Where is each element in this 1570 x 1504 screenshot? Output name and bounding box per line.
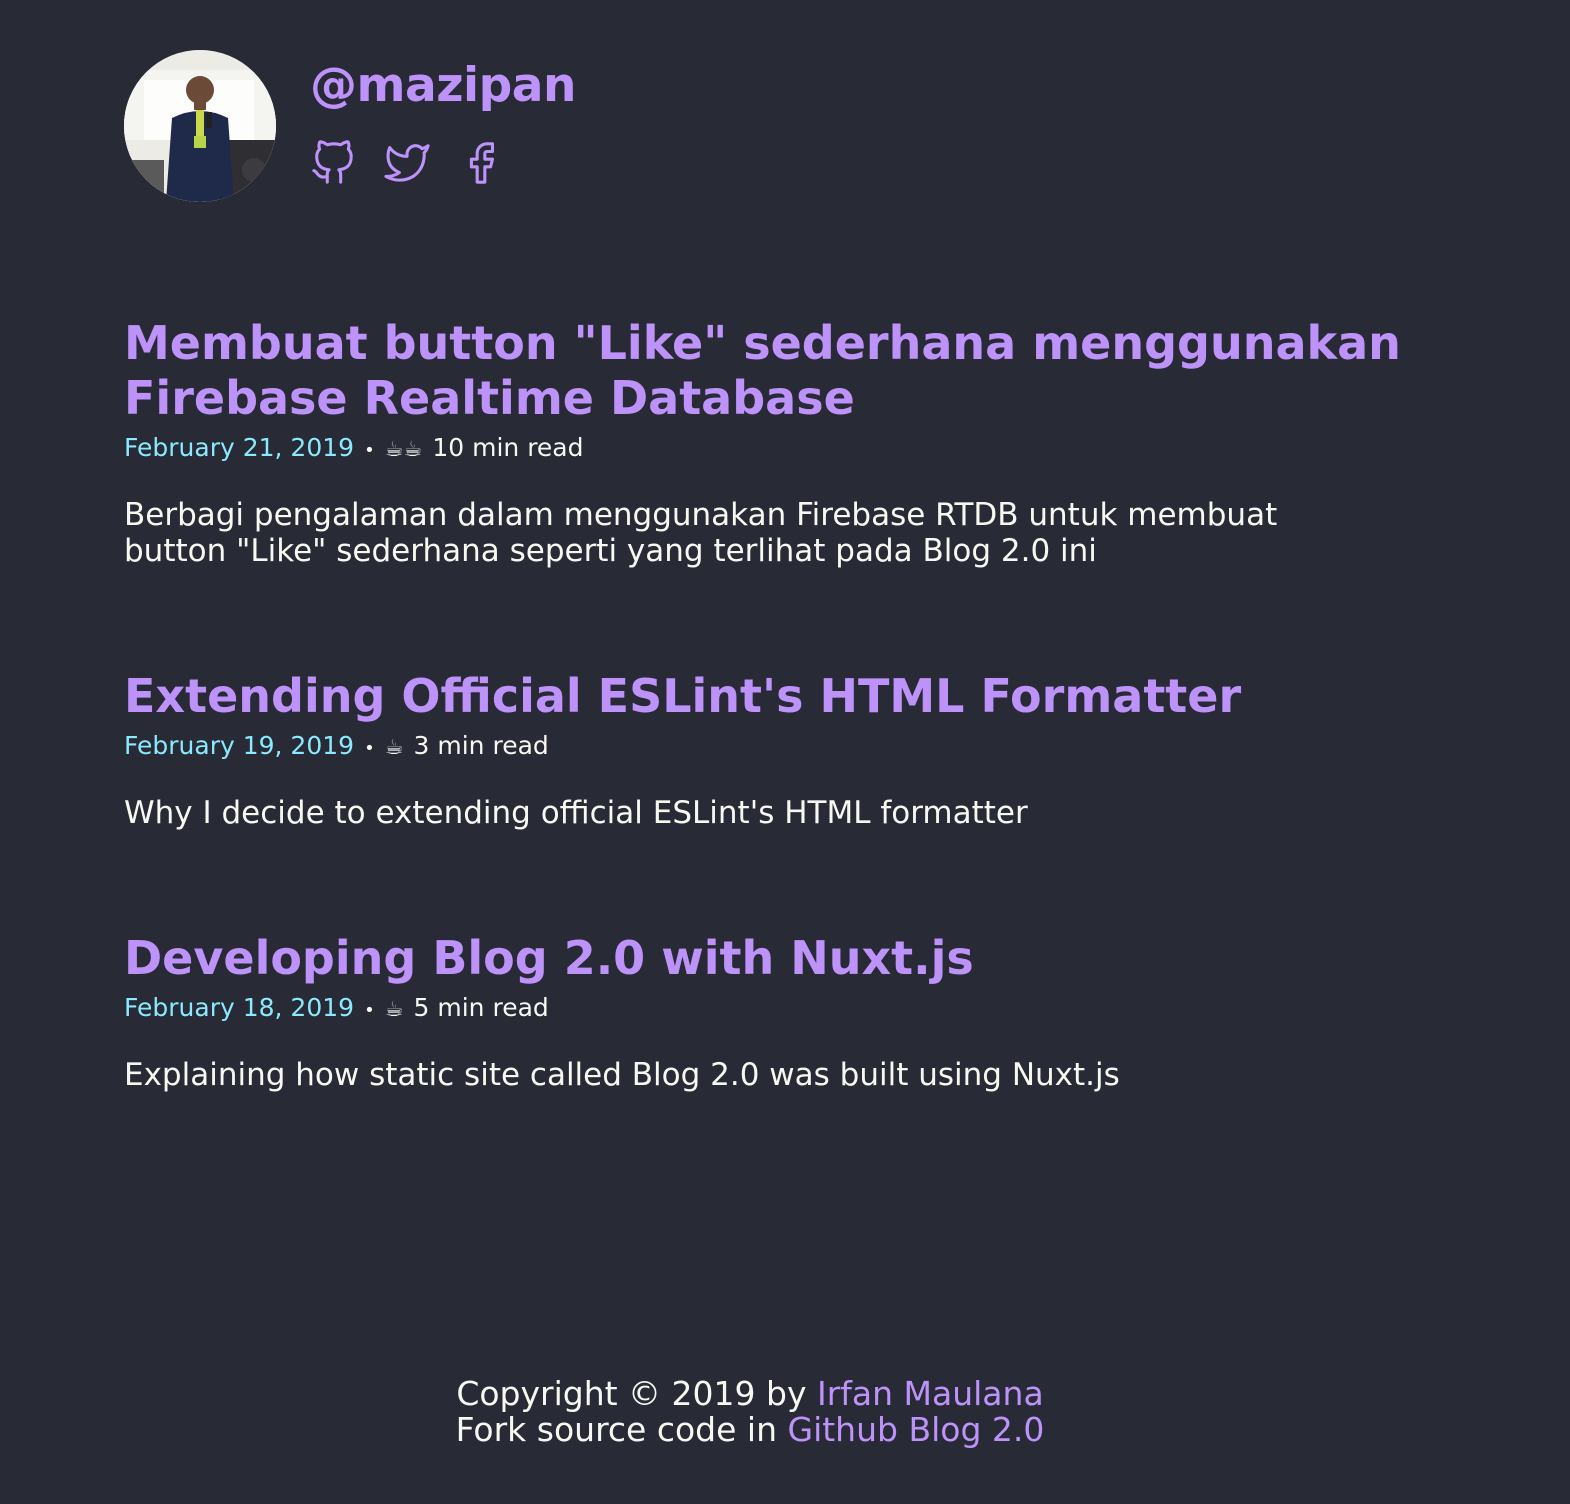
facebook-icon [469,142,495,184]
github-icon [312,140,353,184]
read-time: 10 min read [432,433,584,462]
meta-separator: • [364,1000,375,1021]
read-time: 3 min read [413,731,549,760]
post-title-link[interactable]: Membuat button "Like" sederhana mengguna… [124,316,1424,426]
avatar[interactable] [124,50,276,202]
fork-text: Fork source code in [455,1410,788,1449]
social-links [310,140,576,186]
read-time: 5 min read [413,993,549,1022]
site-header: @mazipan [124,50,576,202]
post-date: February 18, 2019 [124,993,355,1022]
github-link[interactable] [310,140,356,186]
profile-info: @mazipan [310,50,576,186]
repo-link[interactable]: Github Blog 2.0 [788,1410,1045,1449]
author-link[interactable]: Irfan Maulana [817,1374,1044,1413]
post-list: Membuat button "Like" sederhana mengguna… [124,316,1424,1193]
twitter-link[interactable] [384,140,430,186]
post-item: Developing Blog 2.0 with Nuxt.js Februar… [124,931,1424,1093]
post-date: February 21, 2019 [124,433,355,462]
post-description: Why I decide to extending official ESLin… [124,795,1028,831]
facebook-link[interactable] [458,140,504,186]
post-date: February 19, 2019 [124,731,355,760]
post-description: Explaining how static site called Blog 2… [124,1057,1120,1093]
coffee-icon: ☕ [384,997,404,1021]
post-meta: February 19, 2019 • ☕ 3 min read [124,730,1424,765]
post-title-link[interactable]: Developing Blog 2.0 with Nuxt.js [124,931,1424,986]
meta-separator: • [364,440,375,461]
site-footer: Copyright © 2019 by Irfan Maulana Fork s… [0,1376,1500,1448]
twitter-icon [384,144,430,182]
post-description: Berbagi pengalaman dalam menggunakan Fir… [124,497,1278,569]
post-meta: February 21, 2019 • ☕☕ 10 min read [124,432,1424,467]
copyright-text: Copyright © 2019 by [456,1374,817,1413]
post-item: Extending Official ESLint's HTML Formatt… [124,669,1424,831]
avatar-photo [124,50,276,202]
fork-line: Fork source code in Github Blog 2.0 [0,1412,1500,1448]
coffee-icon: ☕ [384,735,404,759]
username-link[interactable]: @mazipan [310,56,576,116]
post-meta: February 18, 2019 • ☕ 5 min read [124,992,1424,1027]
copyright-line: Copyright © 2019 by Irfan Maulana [0,1376,1500,1412]
post-title-link[interactable]: Extending Official ESLint's HTML Formatt… [124,669,1424,724]
meta-separator: • [364,738,375,759]
coffee-icon: ☕☕ [384,437,423,461]
post-item: Membuat button "Like" sederhana mengguna… [124,316,1424,569]
